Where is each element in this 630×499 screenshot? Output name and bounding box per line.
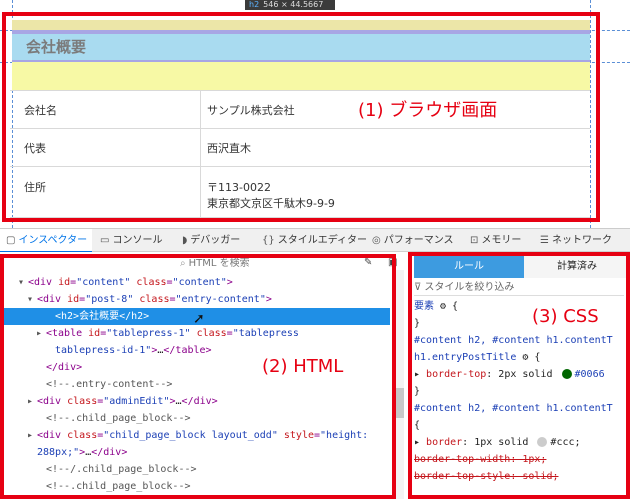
tooltip-size: 546 × 44.5667 [263, 0, 324, 9]
tab-inspector[interactable]: ▢ インスペクター [0, 229, 92, 253]
node-size-tooltip: h2 546 × 44.5667 [245, 0, 335, 10]
callout-frame-browser [2, 12, 600, 222]
callout-frame-html [0, 254, 396, 499]
tab-label: インスペクター [18, 235, 88, 246]
tooltip-tag: h2 [249, 0, 260, 9]
html-scrollbar[interactable] [396, 270, 404, 499]
html-scrollbar-thumb[interactable] [396, 388, 404, 418]
memory-icon: ⊡ [470, 235, 479, 246]
style-editor-icon: {} [262, 235, 275, 246]
tab-memory[interactable]: ⊡ メモリー [470, 229, 521, 253]
network-icon: ☰ [540, 235, 549, 246]
tab-style-editor[interactable]: {} スタイルエディター [262, 229, 367, 253]
console-icon: ▭ [100, 235, 110, 246]
tab-debugger[interactable]: ◗ デバッガー [182, 229, 240, 253]
devtools-toolbar: ▢ インスペクター ▭ コンソール ◗ デバッガー {} スタイルエディター ◎ パフォー… [0, 228, 630, 253]
tab-network[interactable]: ☰ ネットワーク [540, 229, 612, 253]
tab-label: パフォーマンス [383, 235, 454, 246]
callout-frame-css [408, 252, 630, 499]
tab-label: ネットワーク [551, 235, 612, 246]
performance-icon: ◎ [372, 235, 381, 246]
tab-performance[interactable]: ◎ パフォーマンス [372, 229, 454, 253]
tab-label: デバッガー [190, 235, 241, 246]
mouse-cursor-icon: ➚ [193, 311, 205, 327]
debugger-icon: ◗ [182, 235, 188, 246]
tab-label: スタイルエディター [277, 235, 368, 246]
inspector-icon: ▢ [6, 235, 16, 246]
tab-label: コンソール [112, 235, 163, 246]
tab-console[interactable]: ▭ コンソール [100, 229, 162, 253]
tab-label: メモリー [481, 235, 522, 246]
